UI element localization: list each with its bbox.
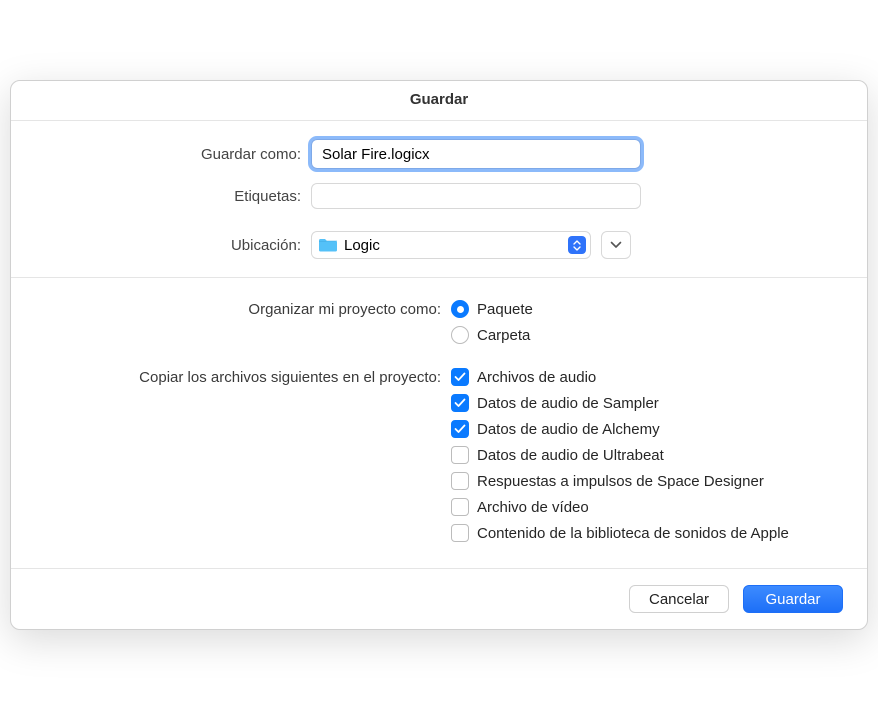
checkbox-audio-files[interactable]: Archivos de audio xyxy=(451,368,867,386)
checkbox-icon xyxy=(451,524,469,542)
button-label: Guardar xyxy=(765,591,820,608)
checkbox-apple-sound-library[interactable]: Contenido de la biblioteca de sonidos de… xyxy=(451,524,867,542)
checkbox-label: Archivo de vídeo xyxy=(477,499,589,516)
radio-icon xyxy=(451,300,469,318)
checkbox-icon xyxy=(451,446,469,464)
save-as-input[interactable] xyxy=(311,139,641,169)
organize-label: Organizar mi proyecto como: xyxy=(11,300,451,320)
radio-label: Carpeta xyxy=(477,327,530,344)
save-dialog: Guardar Guardar como: Etiquetas: Ubicaci… xyxy=(10,80,868,630)
chevron-down-icon xyxy=(610,241,622,249)
tags-label: Etiquetas: xyxy=(11,188,311,205)
copy-files-label: Copiar los archivos siguientes en el pro… xyxy=(11,368,451,388)
radio-label: Paquete xyxy=(477,301,533,318)
checkbox-ultrabeat-audio[interactable]: Datos de audio de Ultrabeat xyxy=(451,446,867,464)
checkbox-label: Datos de audio de Sampler xyxy=(477,395,659,412)
updown-caret-icon xyxy=(568,236,586,254)
location-label: Ubicación: xyxy=(11,237,311,254)
checkbox-icon xyxy=(451,394,469,412)
checkbox-label: Respuestas a impulsos de Space Designer xyxy=(477,473,764,490)
checkbox-icon xyxy=(451,498,469,516)
tags-input[interactable] xyxy=(311,183,641,209)
save-as-label: Guardar como: xyxy=(11,146,311,163)
checkbox-alchemy-audio[interactable]: Datos de audio de Alchemy xyxy=(451,420,867,438)
checkbox-sampler-audio[interactable]: Datos de audio de Sampler xyxy=(451,394,867,412)
checkbox-label: Archivos de audio xyxy=(477,369,596,386)
expand-browser-button[interactable] xyxy=(601,231,631,259)
checkbox-icon xyxy=(451,472,469,490)
save-button[interactable]: Guardar xyxy=(743,585,843,613)
folder-icon xyxy=(318,237,338,253)
location-select[interactable]: Logic xyxy=(311,231,591,259)
radio-option-paquete[interactable]: Paquete xyxy=(451,300,867,318)
dialog-title: Guardar xyxy=(11,81,867,121)
checkbox-space-designer[interactable]: Respuestas a impulsos de Space Designer xyxy=(451,472,867,490)
checkbox-icon xyxy=(451,368,469,386)
location-value: Logic xyxy=(344,237,380,254)
radio-option-carpeta[interactable]: Carpeta xyxy=(451,326,867,344)
radio-icon xyxy=(451,326,469,344)
checkbox-video-file[interactable]: Archivo de vídeo xyxy=(451,498,867,516)
cancel-button[interactable]: Cancelar xyxy=(629,585,729,613)
button-label: Cancelar xyxy=(649,591,709,608)
checkbox-label: Contenido de la biblioteca de sonidos de… xyxy=(477,525,789,542)
checkbox-icon xyxy=(451,420,469,438)
checkbox-label: Datos de audio de Alchemy xyxy=(477,421,660,438)
checkbox-label: Datos de audio de Ultrabeat xyxy=(477,447,664,464)
